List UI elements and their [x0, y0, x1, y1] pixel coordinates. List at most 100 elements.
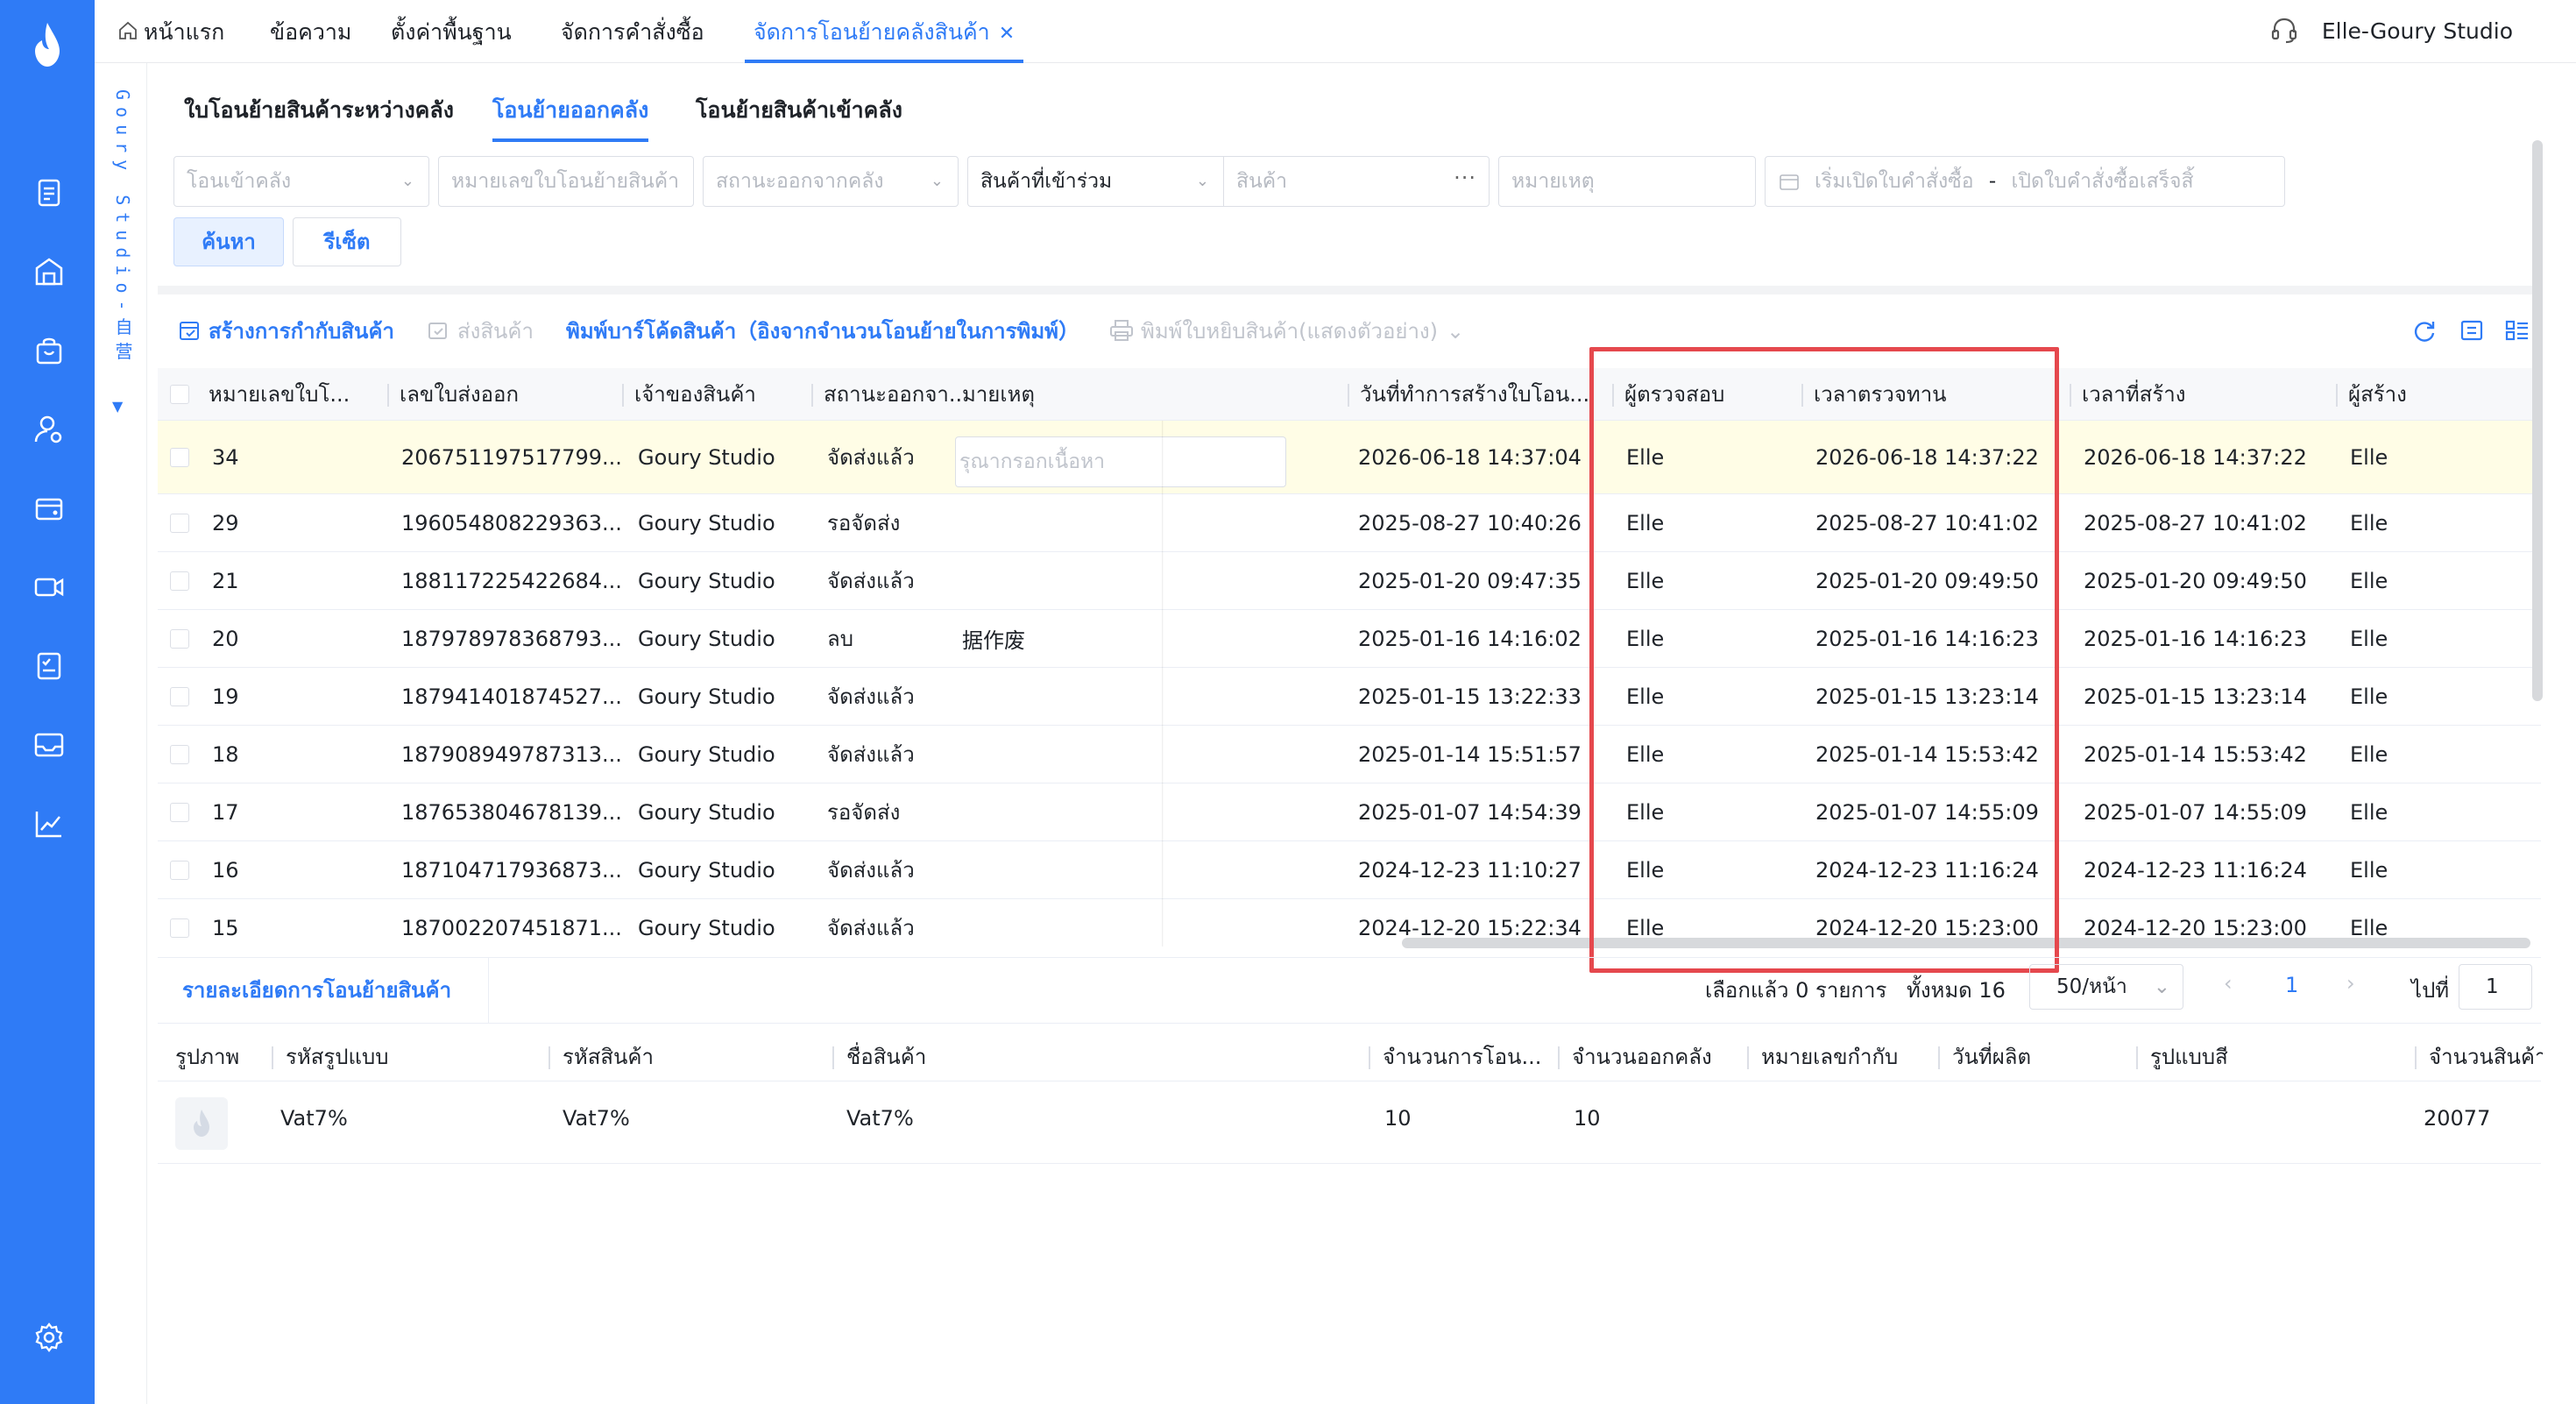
video-icon[interactable] [32, 570, 67, 605]
product-input[interactable]: สินค้า ··· [1223, 156, 1490, 207]
user-menu[interactable]: Elle-Goury Studio [2269, 0, 2513, 63]
print-picking-button[interactable]: พิมพ์ใบหยิบสินค้า(แสดงตัวอย่าง) ⌄ [1109, 314, 1464, 349]
row-checkbox[interactable] [170, 861, 189, 880]
page-size-select[interactable]: 50/หน้า ⌄ [2029, 964, 2183, 1010]
next-page-icon[interactable]: › [2346, 971, 2355, 996]
create-shipping-button[interactable]: สร้างการกำกับสินค้า [179, 314, 394, 349]
row-checkbox[interactable] [170, 745, 189, 764]
subtab-transfer-in[interactable]: โอนย้ายสินค้าเข้าคลัง [696, 93, 902, 142]
tab-transfer-details[interactable]: รายละเอียดการโอนย้ายสินค้า [158, 957, 489, 1024]
goto-page-input[interactable]: 1 [2459, 964, 2532, 1010]
dcol-out-qty[interactable]: จำนวนออกคลัง [1558, 1032, 1747, 1081]
user-settings-icon[interactable] [32, 412, 67, 447]
dcol-color[interactable]: รูปแบบสี [2136, 1032, 2415, 1081]
col-review-time[interactable]: เวลาตรวจทาน [1801, 368, 2070, 421]
col-reviewer[interactable]: ผู้ตรวจสอบ [1612, 368, 1793, 421]
subtab-transfer-out[interactable]: โอนย้ายออกคลัง [492, 93, 649, 142]
transfer-no-input[interactable]: หมายเลขใบโอนย้ายสินค้า [438, 156, 694, 207]
tab-messages[interactable]: ข้อความ [270, 0, 351, 63]
col-creator[interactable]: ผู้สร้าง [2336, 368, 2541, 421]
table-row[interactable]: 29 196054808229363... Goury Studio รอจัดส่ง… [158, 494, 2541, 552]
cell-doc-created: 2025-01-20 09:47:35 [1358, 568, 1582, 593]
search-button[interactable]: ค้นหา [173, 217, 284, 266]
headset-icon[interactable] [2269, 15, 2299, 45]
checklist-icon[interactable] [32, 649, 67, 684]
product-type-select[interactable]: สินค้าที่เข้าร่วม ⌄ [967, 156, 1223, 207]
row-checkbox[interactable] [170, 629, 189, 649]
table-row[interactable]: 21 188117225422684... Goury Studio จัดส่งแล… [158, 552, 2541, 610]
col-owner[interactable]: เจ้าของสินค้า [622, 368, 811, 421]
export-icon[interactable] [2459, 317, 2485, 344]
chart-icon[interactable] [32, 806, 67, 841]
product-image[interactable] [175, 1097, 228, 1150]
order-date-range[interactable]: เริ่มเปิดใบคำสั่งซื้อ - เปิดใบคำสั่งซื้อ… [1765, 156, 2285, 207]
table-row[interactable]: 19 187941401874527... Goury Studio จัดส่งแล… [158, 668, 2541, 726]
wallet-icon[interactable] [32, 491, 67, 526]
cell-ship-no: 187104717936873... [401, 857, 622, 883]
horizontal-scrollbar[interactable] [1402, 938, 2530, 948]
dcol-mfg-date[interactable]: วันที่ผลิต [1938, 1032, 2136, 1081]
warehouse-icon[interactable] [32, 254, 67, 289]
col-remark[interactable]: มายเหตุ [962, 368, 1295, 421]
warehouse-in-select[interactable]: โอนเข้าคลัง ⌄ [173, 156, 429, 207]
dcol-product-name[interactable]: ชื่อสินค้า [832, 1032, 1369, 1081]
col-transfer-no[interactable]: หมายเลขใบโ... [196, 368, 368, 421]
col-status[interactable]: สถานะออกจา... [811, 368, 960, 421]
detail-style-code: Vat7% [280, 1106, 348, 1131]
tab-basic-settings[interactable]: ตั้งค่าพื้นฐาน [391, 0, 512, 63]
cell-remark: 据作废 [962, 628, 1025, 653]
shopping-bag-icon[interactable] [32, 333, 67, 368]
document-icon[interactable] [32, 175, 67, 210]
table-row[interactable]: 20 187978978368793... Goury Studio ลบ 据作废 202… [158, 610, 2541, 668]
table-row[interactable]: 17 187653804678139... Goury Studio รอจัดส่ง… [158, 784, 2541, 841]
subtab-between-warehouses[interactable]: ใบโอนย้ายสินค้าระหว่างคลัง [184, 93, 454, 142]
dcol-image[interactable]: รูปภาพ [161, 1032, 273, 1081]
row-checkbox[interactable] [170, 687, 189, 706]
select-all-checkbox[interactable] [170, 385, 189, 404]
dcol-batch-no[interactable]: หมายเลขกำกับ [1747, 1032, 1938, 1081]
row-checkbox[interactable] [170, 918, 189, 938]
table-row[interactable]: 18 187908949787313... Goury Studio จัดส่งแล… [158, 726, 2541, 784]
dcol-stock-qty[interactable]: จำนวนสินค้า [2415, 1032, 2543, 1081]
reset-button[interactable]: รีเซ็ต [293, 217, 401, 266]
detail-row[interactable] [158, 1083, 2541, 1164]
row-checkbox[interactable] [170, 803, 189, 822]
close-icon[interactable]: ✕ [999, 23, 1015, 45]
inbox-icon[interactable] [32, 727, 67, 762]
date-end-input[interactable]: เปิดใบคำสั่งซื้อเสร็จสิ้ [2012, 170, 2194, 193]
remark-input[interactable]: หมายเหตุ [1498, 156, 1756, 207]
settings-gear-icon[interactable] [32, 1320, 67, 1355]
more-icon[interactable]: ··· [1454, 157, 1476, 202]
cell-transfer-no: 15 [212, 915, 239, 940]
remark-row-input[interactable]: รุณากรอกเนื้อหา [955, 436, 1286, 487]
tab-home[interactable]: หน้าแรก [117, 0, 224, 63]
cell-status: จัดส่งแล้ว [827, 569, 915, 593]
column-settings-icon[interactable] [2504, 317, 2530, 344]
cell-owner: Goury Studio [638, 915, 775, 940]
row-checkbox[interactable] [170, 514, 189, 533]
prev-page-icon[interactable]: ‹ [2224, 971, 2233, 996]
print-barcode-button[interactable]: พิมพ์บาร์โค้ดสินค้า（อิงจากจำนวนโอนย้ายใน… [566, 314, 1079, 349]
outbound-status-select[interactable]: สถานะออกจากคลัง ⌄ [703, 156, 959, 207]
cell-status: จัดส่งแล้ว [827, 858, 915, 883]
vertical-scrollbar[interactable] [2532, 140, 2543, 701]
dcol-product-code[interactable]: รหัสสินค้า [548, 1032, 834, 1081]
ship-button[interactable]: ส่งสินค้า [428, 314, 534, 349]
cell-created-time: 2025-01-14 15:53:42 [2084, 741, 2307, 767]
date-start-input[interactable]: เริ่มเปิดใบคำสั่งซื้อ [1815, 170, 1974, 193]
page-number[interactable]: 1 [2285, 973, 2298, 997]
dcol-transfer-qty[interactable]: จำนวนการโอน... [1369, 1032, 1558, 1081]
tab-warehouse-transfer[interactable]: จัดการโอนย้ายคลังสินค้า ✕ [745, 0, 1024, 63]
sidebar [0, 0, 95, 1404]
caret-down-icon[interactable]: ▼ [112, 398, 123, 415]
row-checkbox[interactable] [170, 571, 189, 591]
row-checkbox[interactable] [170, 448, 189, 467]
cell-ship-no: 187653804678139... [401, 799, 622, 825]
refresh-icon[interactable] [2411, 317, 2438, 344]
cell-status: จัดส่งแล้ว [827, 445, 915, 470]
dcol-style-code[interactable]: รหัสรูปแบบ [272, 1032, 548, 1081]
table-row[interactable]: 16 187104717936873... Goury Studio จัดส่งแล… [158, 841, 2541, 899]
cell-doc-created: 2025-01-14 15:51:57 [1358, 741, 1582, 767]
table-row[interactable]: 34 206751197517799... Goury Studio จัดส่งแล… [158, 421, 2541, 494]
tab-order-management[interactable]: จัดการคำสั่งซื้อ [561, 0, 704, 63]
